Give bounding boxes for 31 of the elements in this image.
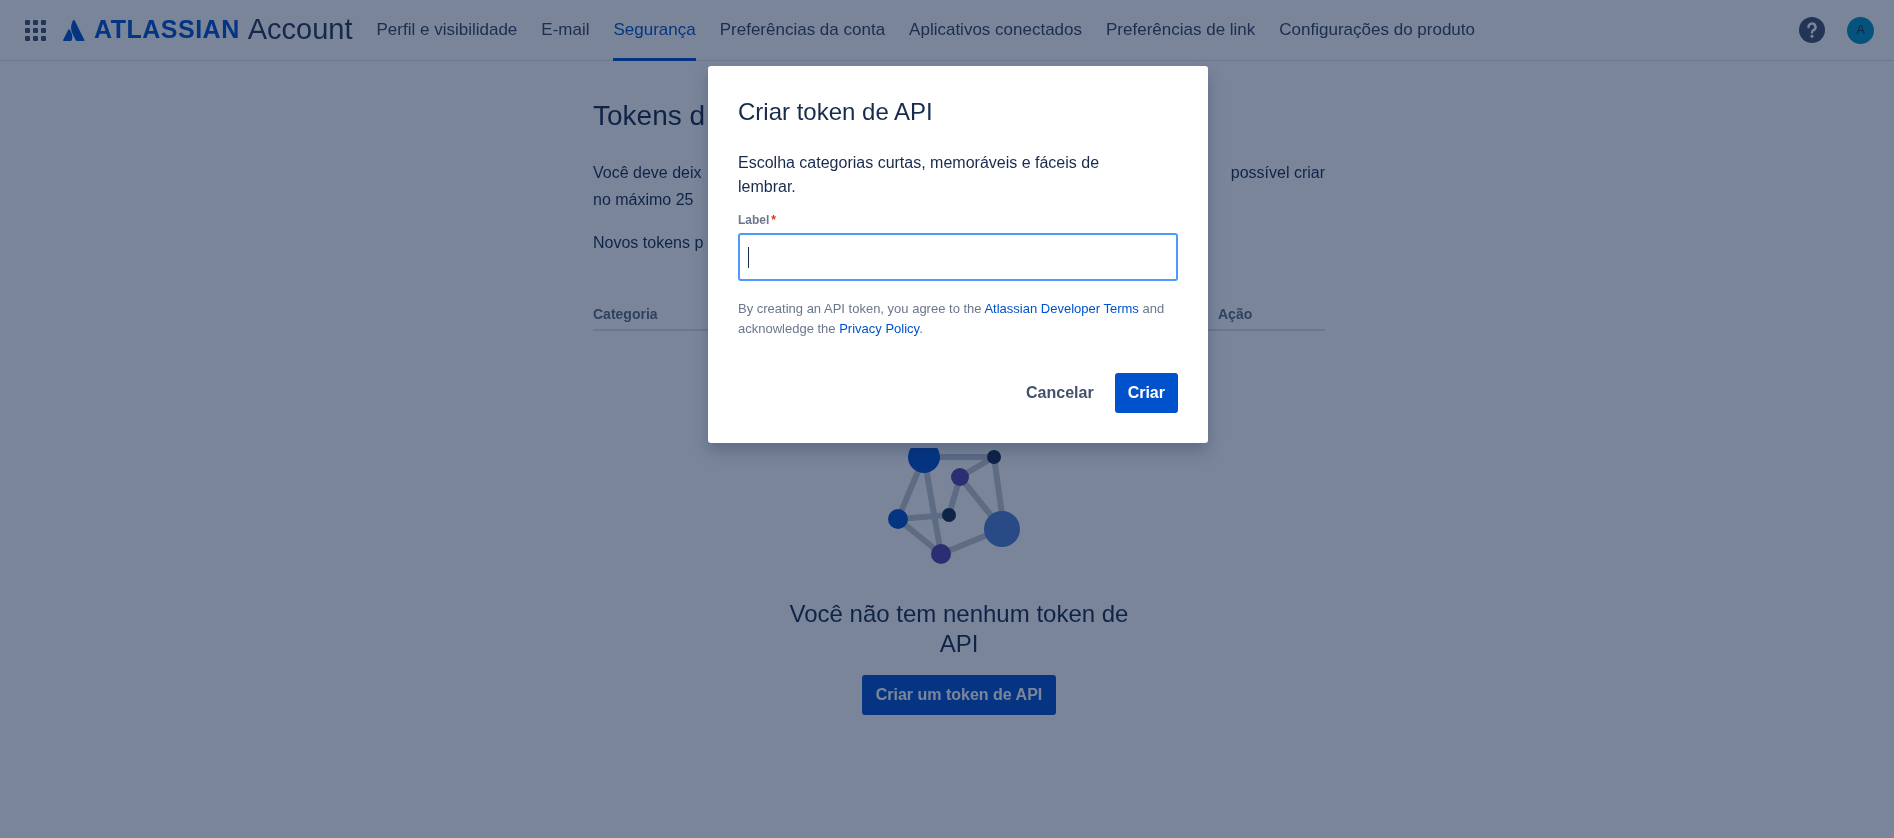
help-icon[interactable] [1799,17,1825,43]
nav-tab[interactable]: Preferências da conta [719,0,886,61]
brand-name: ATLASSIAN [94,14,240,46]
page-title: Tokens d [593,99,706,133]
nav-tab[interactable]: Aplicativos conectados [909,0,1083,61]
paragraph-text: Novos tokens p [593,233,704,251]
nav-tab[interactable]: Configurações do produto [1279,0,1475,61]
nav-tab[interactable]: Preferências de link [1106,0,1256,61]
label-input-field[interactable] [738,232,1178,281]
create-button[interactable]: Criar [1114,372,1178,413]
column-header: Categoria [593,304,658,324]
paragraph-text: possível criar [1230,162,1325,183]
required-mark: * [771,212,776,227]
field-label: Label [738,212,770,227]
terms-text: By creating an API token, you agree to the Atlassian Developer Terms and acknowledge the Privacy Policy. [738,299,1166,338]
dialog-title: Criar token de API [738,98,934,127]
paragraph-text: no máximo 25 [593,189,694,210]
nav-tab[interactable]: Segurança [613,0,696,61]
nav-tab[interactable]: Perfil e visibilidade [376,0,518,61]
app-switcher-icon[interactable] [25,19,46,41]
create-token-button[interactable]: Criar um token de API [861,674,1057,715]
logo-icon [63,19,85,41]
empty-state-title: Você não tem nenhum token de API [788,598,1130,659]
cancel-button[interactable]: Cancelar [1013,372,1107,413]
text-cursor [748,246,749,268]
dialog-description: Escolha categorias curtas, memoráveis e fáceis de lembrar. [738,152,1101,197]
column-header: Ação [1218,304,1254,324]
product-name: Account [247,12,353,48]
terms-link[interactable]: Atlassian Developer Terms [984,300,1139,316]
nav-tab[interactable]: E-mail [541,0,590,61]
paragraph-text: Você deve deix [593,162,702,183]
